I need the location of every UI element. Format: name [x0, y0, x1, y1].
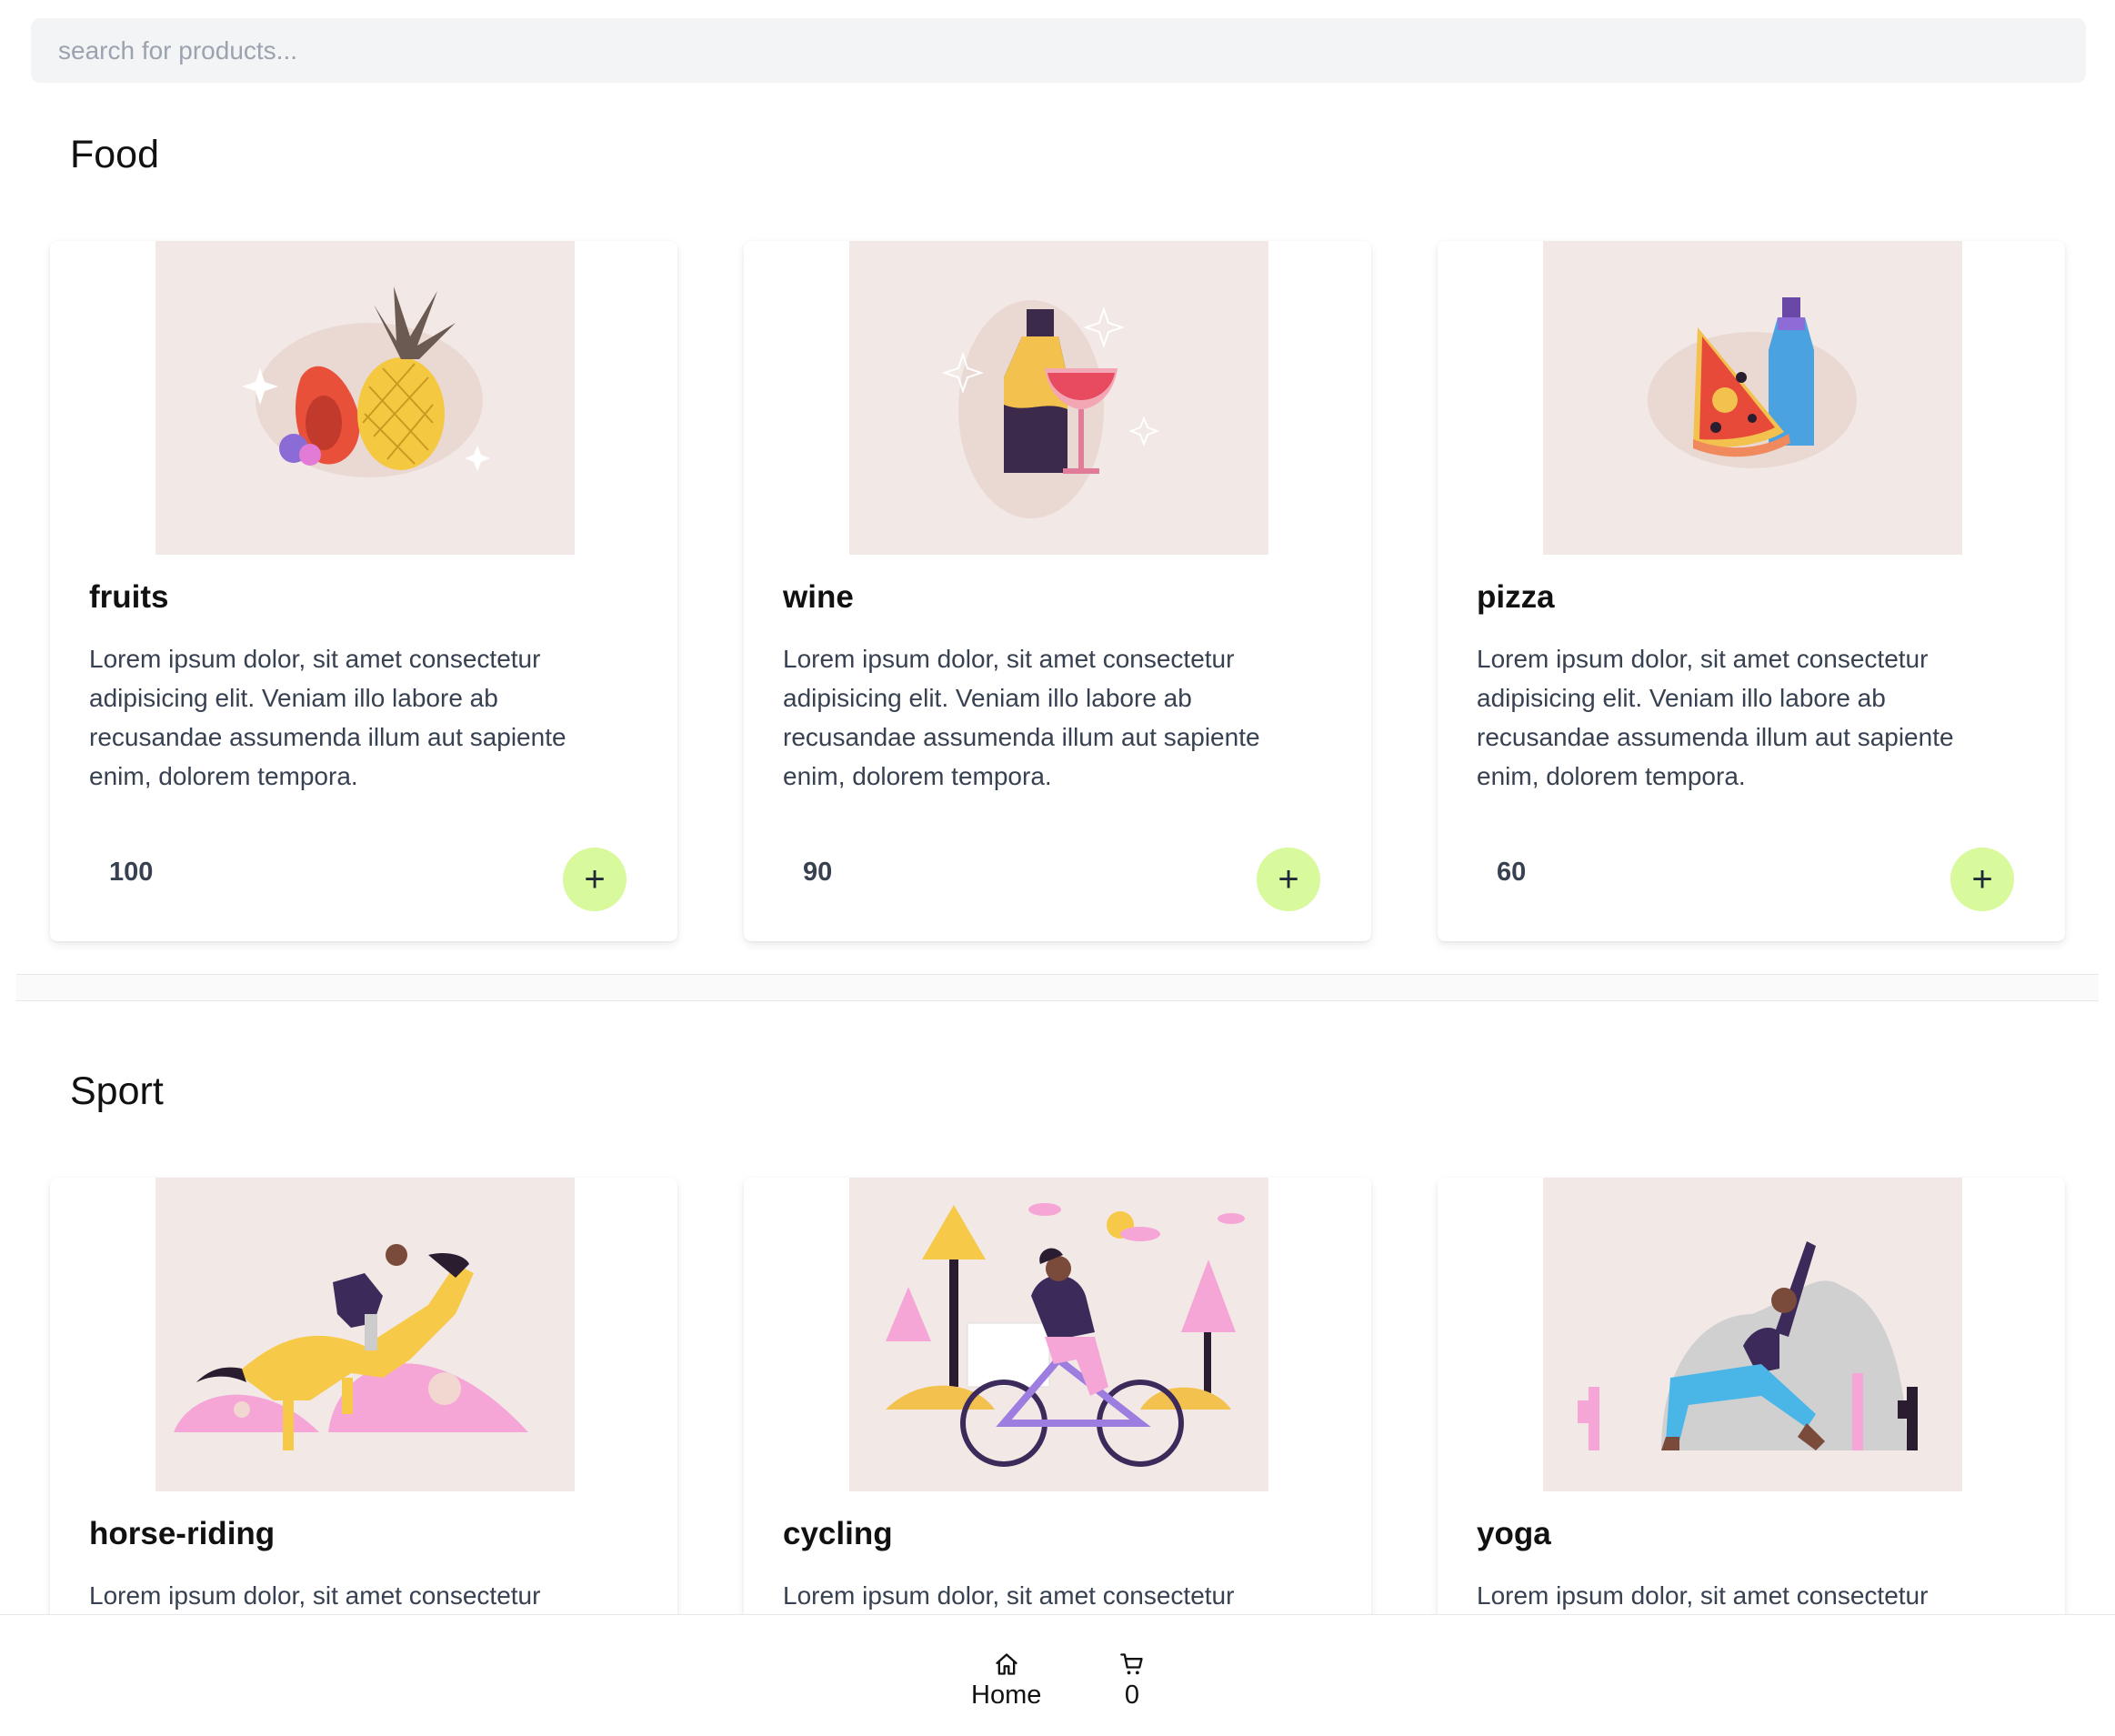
- product-image-fruits: [155, 241, 575, 555]
- nav-cart[interactable]: 0: [1119, 1651, 1145, 1711]
- product-card-fruits[interactable]: fruits Lorem ipsum dolor, sit amet conse…: [50, 241, 677, 941]
- section-divider: [16, 974, 2099, 1001]
- product-price: 100: [109, 858, 154, 887]
- product-image-yoga: [1543, 1178, 1962, 1491]
- product-description: Lorem ipsum dolor, sit amet consectetur: [1477, 1581, 1929, 1610]
- home-icon: [996, 1653, 1017, 1675]
- product-title: fruits: [89, 579, 169, 615]
- product-image-cycling: [849, 1178, 1268, 1491]
- product-image-pizza: [1543, 241, 1962, 555]
- add-to-cart-button[interactable]: +: [563, 848, 626, 911]
- product-card-yoga[interactable]: yoga Lorem ipsum dolor, sit amet consect…: [1438, 1178, 2065, 1651]
- nav-home-label: Home: [971, 1681, 1042, 1710]
- product-description: Lorem ipsum dolor, sit amet consectetur …: [89, 645, 566, 790]
- product-description: Lorem ipsum dolor, sit amet consectetur …: [1477, 645, 1954, 790]
- search-input[interactable]: [56, 35, 2086, 66]
- product-card-wine[interactable]: wine Lorem ipsum dolor, sit amet consect…: [744, 241, 1371, 941]
- add-to-cart-button[interactable]: +: [1950, 848, 2014, 911]
- product-price: 60: [1497, 858, 1527, 887]
- product-card-horse-riding[interactable]: horse-riding Lorem ipsum dolor, sit amet…: [50, 1178, 677, 1651]
- cart-count: 0: [1124, 1681, 1140, 1710]
- product-description: Lorem ipsum dolor, sit amet consectetur …: [783, 645, 1260, 790]
- product-image-horse-riding: [155, 1178, 575, 1491]
- product-title: horse-riding: [89, 1516, 276, 1551]
- product-image-wine: [849, 241, 1268, 555]
- cart-icon: [1120, 1653, 1143, 1675]
- product-card-cycling[interactable]: cycling Lorem ipsum dolor, sit amet cons…: [744, 1178, 1371, 1651]
- product-title: cycling: [783, 1516, 893, 1551]
- product-card-pizza[interactable]: pizza Lorem ipsum dolor, sit amet consec…: [1438, 241, 2065, 941]
- product-description: Lorem ipsum dolor, sit amet consectetur: [89, 1581, 541, 1610]
- section-title-food: Food: [70, 133, 160, 176]
- section-title-sport: Sport: [70, 1069, 164, 1113]
- add-to-cart-button[interactable]: +: [1257, 848, 1320, 911]
- product-price: 90: [803, 858, 833, 887]
- search-bar[interactable]: [31, 18, 2086, 83]
- bottom-nav: Home 0: [0, 1614, 2115, 1736]
- product-title: pizza: [1477, 579, 1555, 615]
- product-description: Lorem ipsum dolor, sit amet consectetur: [783, 1581, 1235, 1610]
- product-title: wine: [783, 579, 854, 615]
- nav-home[interactable]: Home: [971, 1651, 1041, 1711]
- product-title: yoga: [1477, 1516, 1551, 1551]
